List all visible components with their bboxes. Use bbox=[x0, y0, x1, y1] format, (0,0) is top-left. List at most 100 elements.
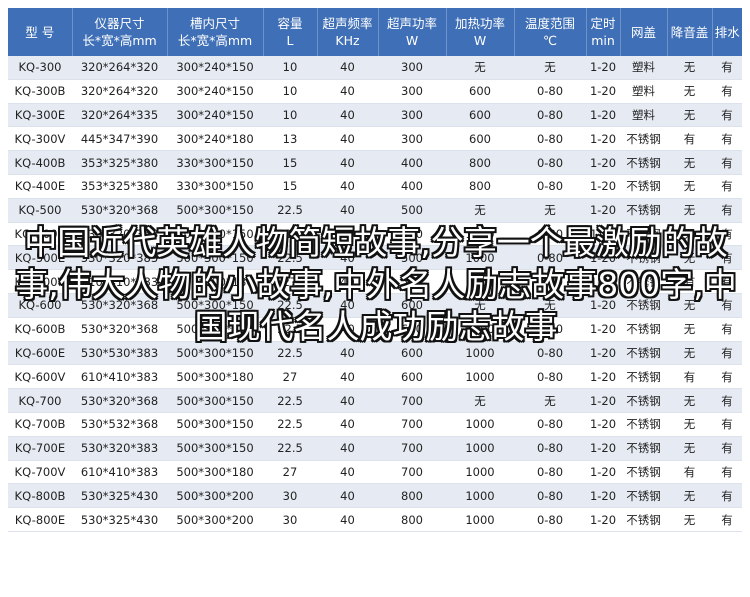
table-cell: 不锈钢 bbox=[620, 364, 667, 390]
table-cell: 1000 bbox=[446, 412, 514, 437]
table-cell: 300 bbox=[378, 56, 446, 80]
column-header-unit: W bbox=[405, 33, 419, 48]
column-header-unit: W bbox=[473, 33, 487, 48]
table-cell: 不锈钢 bbox=[620, 483, 667, 509]
table-cell: 27 bbox=[263, 364, 317, 390]
table-cell: KQ-500 bbox=[8, 198, 72, 223]
table-cell: 1-20 bbox=[586, 150, 620, 175]
table-cell: 40 bbox=[317, 56, 378, 80]
table-cell: 不锈钢 bbox=[620, 126, 667, 152]
overlay-headline: 中国近代英雄人物简短故事,分享一个最激励的故事,伟大人物的小故事,中外名人励志故… bbox=[15, 223, 737, 346]
table-cell: 0-80 bbox=[514, 412, 586, 437]
table-cell: 300*240*150 bbox=[167, 103, 263, 128]
table-row: KQ-800B 530*325*430 500*300*200 30 40 800 1000… bbox=[8, 483, 742, 509]
column-header-unit: ℃ bbox=[542, 33, 558, 48]
table-cell: 40 bbox=[317, 388, 378, 413]
table-cell: 0-80 bbox=[514, 436, 586, 461]
column-header-label: 容量 bbox=[277, 16, 303, 31]
column-header: 超声功率 W bbox=[378, 8, 447, 56]
column-header-label: 槽内尺寸 bbox=[189, 16, 240, 31]
table-cell: 500 bbox=[378, 198, 446, 223]
table-cell: 600 bbox=[446, 126, 514, 152]
column-header: 型 号 bbox=[8, 8, 73, 56]
table-cell: 530*325*430 bbox=[72, 507, 167, 532]
table-cell: 800 bbox=[446, 174, 514, 199]
column-header-label: 定时 bbox=[590, 16, 616, 31]
table-cell: 无 bbox=[667, 103, 712, 128]
table-cell: 有 bbox=[667, 364, 712, 390]
column-header-unit: 长*宽*高mm bbox=[82, 33, 157, 48]
table-cell: 400 bbox=[378, 150, 446, 175]
table-cell: 0-80 bbox=[514, 460, 586, 485]
table-cell: 0-80 bbox=[514, 364, 586, 390]
table-cell: 530*532*368 bbox=[72, 412, 167, 437]
table-cell: 1-20 bbox=[586, 103, 620, 128]
table-cell: 无 bbox=[667, 412, 712, 437]
table-cell: 40 bbox=[317, 103, 378, 128]
table-cell: 塑料 bbox=[620, 103, 667, 128]
table-cell: 500*300*150 bbox=[167, 436, 263, 461]
table-cell: 500*300*200 bbox=[167, 507, 263, 532]
table-cell: 1-20 bbox=[586, 507, 620, 532]
table-cell: 不锈钢 bbox=[620, 412, 667, 437]
table-cell: 无 bbox=[667, 483, 712, 509]
table-cell: 1-20 bbox=[586, 79, 620, 104]
column-header-label: 超声功率 bbox=[386, 16, 437, 31]
table-cell: 无 bbox=[667, 174, 712, 199]
table-cell: KQ-300V bbox=[8, 126, 72, 152]
table-cell: KQ-800B bbox=[8, 483, 72, 509]
table-cell: 530*320*368 bbox=[72, 198, 167, 223]
table-cell: 22.5 bbox=[263, 198, 317, 223]
column-header-unit: L bbox=[286, 33, 294, 48]
table-row: KQ-700B 530*532*368 500*300*150 22.5 40 700 10… bbox=[8, 412, 742, 437]
table-cell: 10 bbox=[263, 56, 317, 80]
table-cell: 无 bbox=[667, 388, 712, 413]
table-cell: 700 bbox=[378, 412, 446, 437]
table-cell: KQ-700V bbox=[8, 460, 72, 485]
table-cell: 530*320*368 bbox=[72, 388, 167, 413]
table-cell: 40 bbox=[317, 412, 378, 437]
table-cell: 1000 bbox=[446, 507, 514, 532]
table-cell: 无 bbox=[514, 388, 586, 413]
table-cell: 15 bbox=[263, 150, 317, 175]
table-cell: 353*325*380 bbox=[72, 174, 167, 199]
table-cell: 330*300*150 bbox=[167, 150, 263, 175]
table-cell: 塑料 bbox=[620, 79, 667, 104]
table-cell: 530*320*383 bbox=[72, 436, 167, 461]
table-cell: 无 bbox=[667, 507, 712, 532]
column-header-label: 排水 bbox=[714, 24, 740, 40]
column-header-unit: KHz bbox=[335, 33, 360, 48]
table-cell: KQ-700B bbox=[8, 412, 72, 437]
table-cell: 0-80 bbox=[514, 174, 586, 199]
table-cell: 500*300*180 bbox=[167, 460, 263, 485]
table-cell: 353*325*380 bbox=[72, 150, 167, 175]
table-row: KQ-300V 445*347*390 300*240*180 13 40 300 600 0… bbox=[8, 126, 742, 152]
table-cell: 330*300*150 bbox=[167, 174, 263, 199]
table-cell: 40 bbox=[317, 460, 378, 485]
table-row: KQ-300 320*264*320 300*240*150 10 40 300 无无 1-2… bbox=[8, 56, 742, 80]
table-cell: 1-20 bbox=[586, 483, 620, 509]
table-cell: 有 bbox=[712, 364, 742, 390]
table-cell: 有 bbox=[712, 126, 742, 152]
table-cell: 500*300*150 bbox=[167, 388, 263, 413]
table-cell: 22.5 bbox=[263, 436, 317, 461]
column-header: 温度范围 ℃ bbox=[514, 8, 587, 56]
column-header: 槽内尺寸 长*宽*高mm bbox=[167, 8, 264, 56]
table-cell: 1-20 bbox=[586, 364, 620, 390]
table-cell: KQ-700 bbox=[8, 388, 72, 413]
table-cell: 1-20 bbox=[586, 388, 620, 413]
column-header-label: 降音盖 bbox=[670, 24, 709, 40]
table-cell: KQ-300B bbox=[8, 79, 72, 104]
column-header-label: 网盖 bbox=[630, 24, 656, 40]
table-cell: 不锈钢 bbox=[620, 507, 667, 532]
table-cell: 无 bbox=[667, 56, 712, 80]
table-cell: 有 bbox=[712, 150, 742, 175]
column-header: 超声频率 KHz bbox=[317, 8, 379, 56]
table-cell: 15 bbox=[263, 174, 317, 199]
table-cell: 有 bbox=[712, 507, 742, 532]
table-cell: 600 bbox=[446, 79, 514, 104]
table-row: KQ-700V 610*410*383 500*300*180 27 40 700 1000… bbox=[8, 460, 742, 485]
table-cell: 500*300*150 bbox=[167, 198, 263, 223]
table-cell: 300 bbox=[378, 126, 446, 152]
column-header: 定时 min bbox=[586, 8, 621, 56]
